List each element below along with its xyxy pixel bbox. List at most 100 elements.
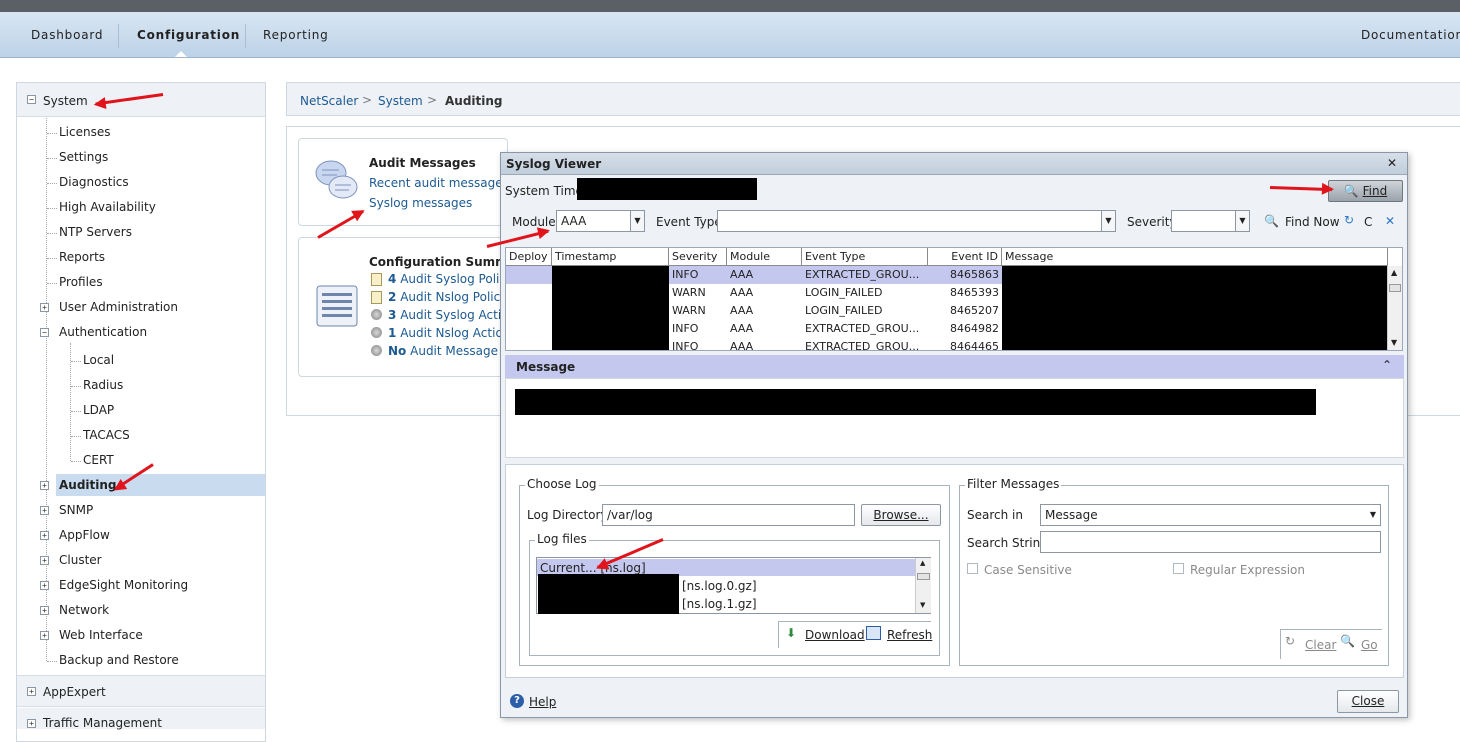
column-header-event-id[interactable]: Event ID — [928, 248, 1002, 266]
column-header-module[interactable]: Module — [727, 248, 802, 266]
expand-toggle-icon[interactable]: + — [40, 581, 49, 590]
scroll-up-icon[interactable]: ▲ — [920, 559, 925, 567]
sidebar-item-appflow[interactable]: AppFlow — [59, 528, 110, 542]
log-files-title: Log files — [535, 532, 589, 546]
documentation-link[interactable]: Documentation — [1361, 28, 1460, 42]
tab-reporting[interactable]: Reporting — [263, 28, 329, 42]
syslog-table: Deploy Timestamp Severity Module Event T… — [505, 247, 1403, 351]
sidebar-item-settings[interactable]: Settings — [59, 150, 108, 164]
severity-select[interactable]: ▼ — [1171, 210, 1250, 232]
expand-toggle-icon[interactable]: + — [40, 303, 49, 312]
sidebar-item-licenses[interactable]: Licenses — [59, 125, 111, 139]
close-icon[interactable]: ✕ — [1387, 156, 1397, 170]
go-button[interactable]: Go — [1361, 638, 1378, 652]
sidebar-item-user-administration[interactable]: User Administration — [59, 300, 178, 314]
close-filter-icon[interactable]: ✕ — [1385, 214, 1395, 228]
find-now-button[interactable]: Find Now — [1285, 215, 1340, 229]
config-row-link[interactable]: 4 Audit Syslog Policie — [388, 272, 517, 286]
log-file-item[interactable]: [ns.log.1.gz] — [682, 597, 757, 611]
list-scrollbar[interactable]: ▲ ▼ — [915, 558, 931, 613]
sidebar-item-auditing[interactable]: Auditing — [59, 478, 117, 492]
scroll-up-icon[interactable]: ▲ — [1391, 268, 1397, 277]
collapse-toggle-icon[interactable]: − — [27, 95, 36, 104]
sidebar-item-reports[interactable]: Reports — [59, 250, 105, 264]
clear-button[interactable]: C — [1364, 215, 1372, 229]
log-directory-input[interactable]: /var/log — [602, 504, 855, 526]
expand-toggle-icon[interactable]: + — [40, 531, 49, 540]
column-header-event-type[interactable]: Event Type — [802, 248, 928, 266]
sidebar-item-edgesight-monitoring[interactable]: EdgeSight Monitoring — [59, 578, 188, 592]
dialog-title-bar: Syslog Viewer ✕ — [501, 153, 1407, 175]
sidebar-item-radius[interactable]: Radius — [83, 378, 123, 392]
sidebar-item-high-availability[interactable]: High Availability — [59, 200, 156, 214]
tab-configuration[interactable]: Configuration — [137, 28, 240, 42]
collapse-chevron-up-icon[interactable]: ⌃ — [1382, 358, 1392, 372]
scrollbar-thumb[interactable] — [1389, 284, 1401, 292]
sidebar-item-local[interactable]: Local — [83, 353, 114, 367]
sidebar-item-authentication[interactable]: Authentication — [59, 325, 147, 339]
sidebar-item-network[interactable]: Network — [59, 603, 109, 617]
log-file-item[interactable]: [ns.log.0.gz] — [682, 579, 757, 593]
refresh-button[interactable]: Refresh — [887, 628, 932, 642]
table-scrollbar[interactable]: ▲ ▼ — [1387, 266, 1402, 350]
search-in-select[interactable]: Message ▼ — [1040, 504, 1381, 526]
config-row-link[interactable]: 1 Audit Nslog Action — [388, 326, 510, 340]
expand-toggle-icon[interactable]: + — [40, 506, 49, 515]
scroll-down-icon[interactable]: ▼ — [1391, 338, 1397, 347]
tab-dashboard[interactable]: Dashboard — [31, 28, 103, 42]
clear-filter-button[interactable]: Clear — [1305, 638, 1336, 652]
sidebar-item-ldap[interactable]: LDAP — [83, 403, 114, 417]
expand-toggle-icon[interactable]: + — [27, 719, 36, 728]
column-header-message[interactable]: Message — [1002, 248, 1388, 266]
sidebar-item-cert[interactable]: CERT — [83, 453, 114, 467]
regex-checkbox[interactable] — [1173, 563, 1184, 574]
clear-disabled-icon: ↻ — [1285, 634, 1296, 648]
column-header-deploy[interactable]: Deploy — [506, 248, 552, 266]
download-button[interactable]: Download — [805, 628, 865, 642]
expand-toggle-icon[interactable]: + — [40, 631, 49, 640]
scrollbar-thumb[interactable] — [917, 573, 930, 580]
config-row-link[interactable]: 3 Audit Syslog Action — [388, 308, 516, 322]
expand-toggle-icon[interactable]: + — [40, 481, 49, 490]
sidebar-item-tacacs[interactable]: TACACS — [83, 428, 130, 442]
scroll-down-icon[interactable]: ▼ — [920, 601, 925, 609]
find-button[interactable]: 🔍 Find — [1328, 180, 1403, 202]
sidebar-item-ntp-servers[interactable]: NTP Servers — [59, 225, 132, 239]
recent-audit-messages-link[interactable]: Recent audit messages — [369, 176, 509, 190]
column-header-timestamp[interactable]: Timestamp — [552, 248, 669, 266]
expand-toggle-icon[interactable]: + — [40, 556, 49, 565]
sidebar-item-profiles[interactable]: Profiles — [59, 275, 103, 289]
help-link[interactable]: Help — [529, 695, 556, 709]
column-header-severity[interactable]: Severity — [669, 248, 727, 266]
sidebar-item-cluster[interactable]: Cluster — [59, 553, 102, 567]
event-type-select[interactable]: ▼ — [717, 210, 1116, 232]
config-row-link[interactable]: No Audit Message Ac — [388, 344, 516, 358]
sidebar-item-backup-restore[interactable]: Backup and Restore — [59, 653, 179, 667]
search-string-label: Search String — [967, 536, 1048, 550]
case-sensitive-checkbox[interactable] — [967, 563, 978, 574]
sidebar-item-snmp[interactable]: SNMP — [59, 503, 93, 517]
expand-toggle-icon[interactable]: + — [40, 606, 49, 615]
sidebar-section-system[interactable]: − System — [17, 83, 265, 117]
sidebar-section-appexpert[interactable]: + AppExpert — [17, 675, 265, 707]
sidebar-item-web-interface[interactable]: Web Interface — [59, 628, 143, 642]
collapse-toggle-icon[interactable]: − — [40, 328, 49, 337]
table-cell-event-type: EXTRACTED_GROU... — [805, 322, 920, 335]
message-section-header[interactable]: Message ⌃ — [505, 355, 1404, 378]
tree-branch — [71, 386, 81, 387]
refresh-icon — [866, 626, 881, 640]
syslog-messages-link[interactable]: Syslog messages — [369, 196, 472, 210]
search-string-input[interactable] — [1040, 531, 1381, 553]
browse-button[interactable]: Browse... — [861, 504, 941, 526]
expand-toggle-icon[interactable]: + — [27, 687, 36, 696]
sidebar-traffic-label: Traffic Management — [43, 716, 162, 730]
table-cell-event-type: LOGIN_FAILED — [805, 286, 883, 299]
active-tab-indicator — [175, 51, 187, 57]
module-select[interactable]: AAA ▼ — [556, 210, 645, 232]
breadcrumb-netscaler[interactable]: NetScaler — [300, 94, 358, 108]
close-button[interactable]: Close — [1337, 690, 1399, 713]
sidebar-section-traffic-management[interactable]: + Traffic Management — [17, 708, 265, 730]
breadcrumb-system[interactable]: System — [378, 94, 423, 108]
sidebar-item-diagnostics[interactable]: Diagnostics — [59, 175, 129, 189]
config-row-link[interactable]: 2 Audit Nslog Policie — [388, 290, 511, 304]
